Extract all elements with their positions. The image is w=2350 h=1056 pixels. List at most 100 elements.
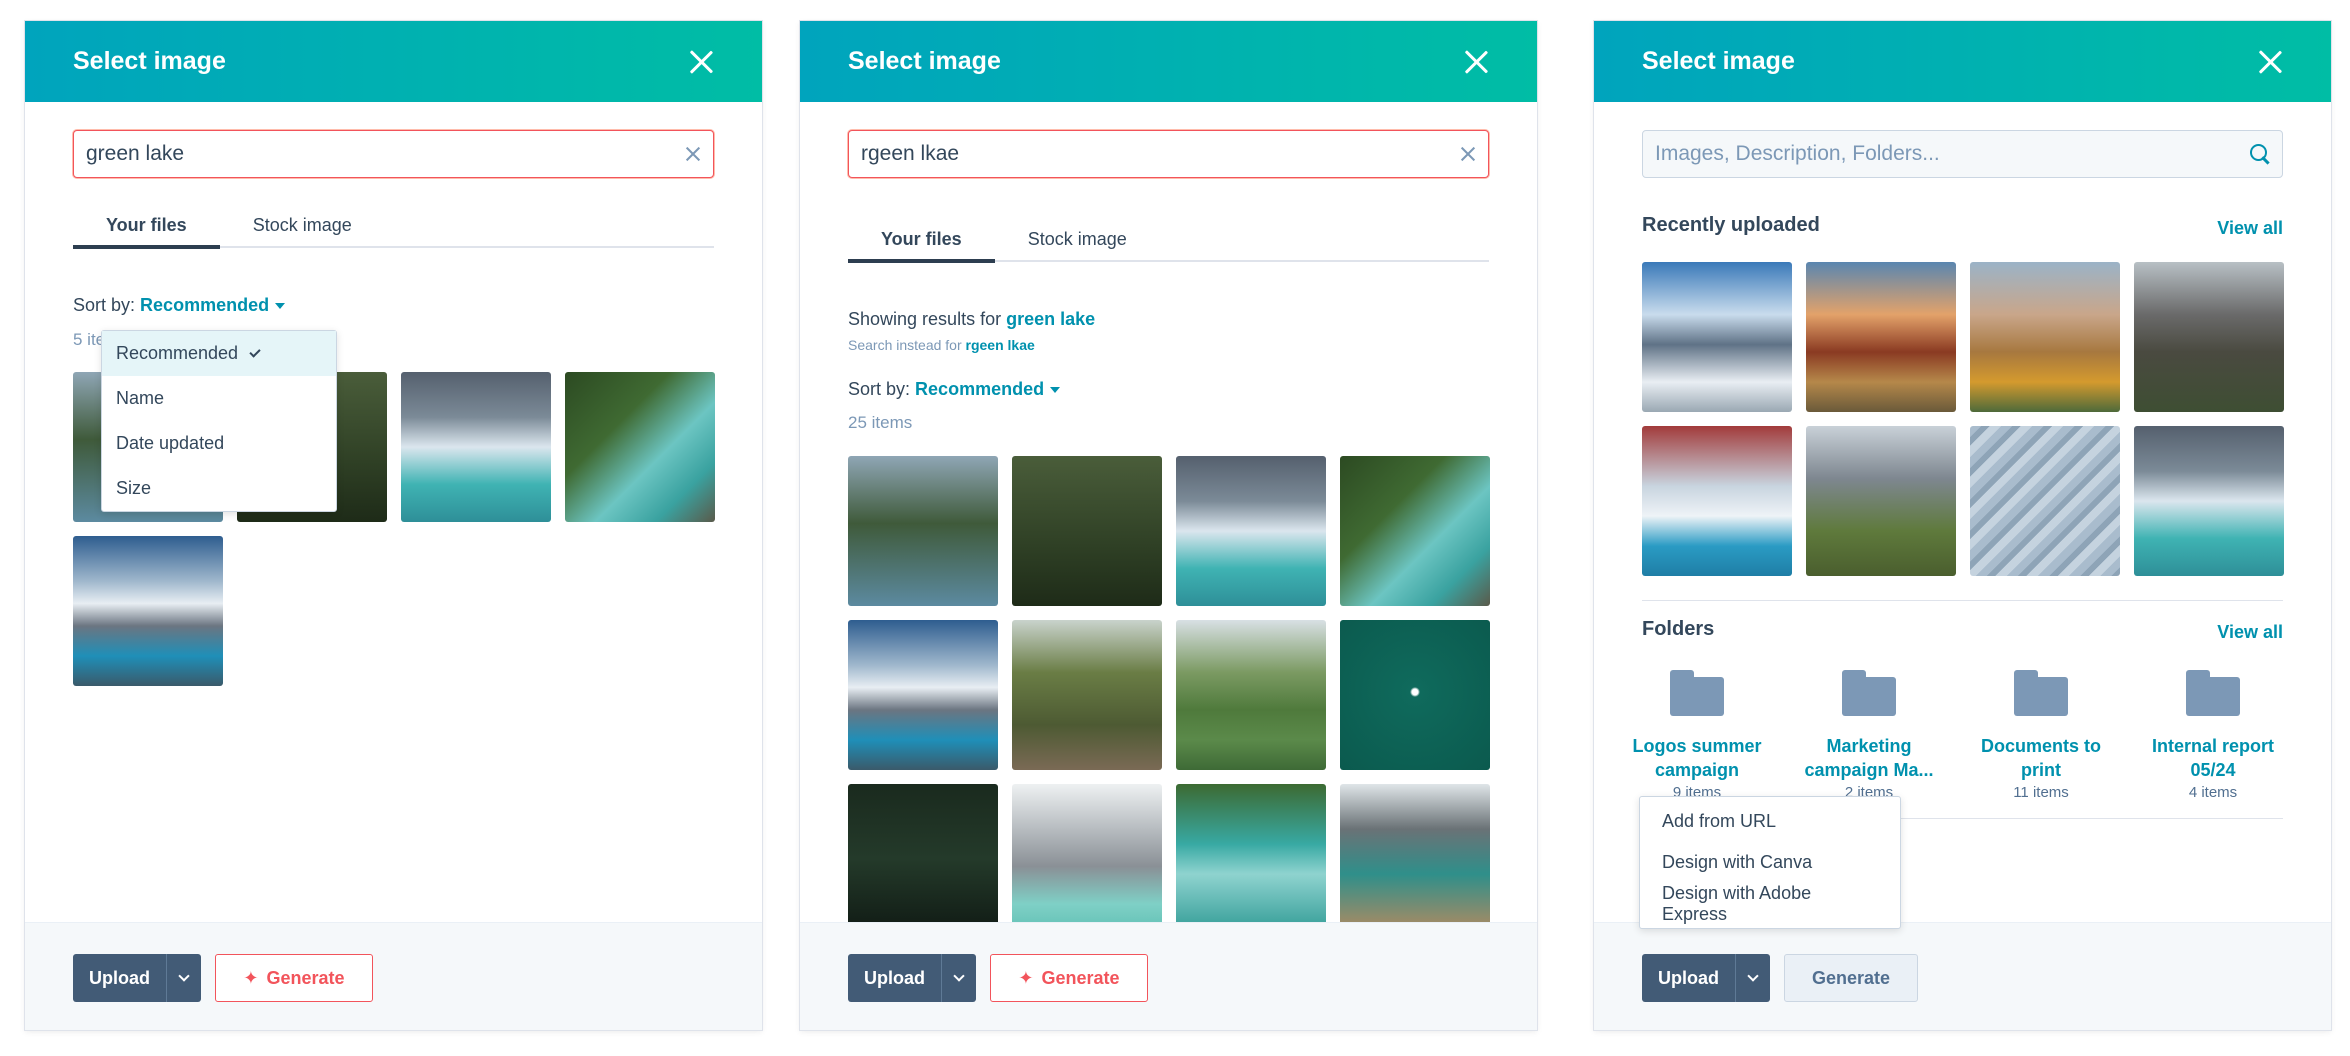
folder-name-line: 05/24 — [2190, 760, 2236, 780]
image-thumbnail[interactable] — [1806, 262, 1956, 412]
folder-name: Documents to print — [1956, 734, 2126, 782]
close-icon[interactable] — [1463, 49, 1489, 75]
menu-item-design-with-canva[interactable]: Design with Canva — [1640, 842, 1900, 883]
sort-value[interactable]: Recommended — [915, 379, 1044, 399]
image-thumbnail[interactable] — [1012, 456, 1162, 606]
image-thumbnail[interactable] — [848, 620, 998, 770]
sort-option-size[interactable]: Size — [102, 466, 336, 511]
folder-item[interactable]: Marketing campaign Ma... 2 items — [1784, 670, 1954, 801]
search-placeholder: Images, Description, Folders... — [1655, 142, 1940, 165]
dialog-header: Select image — [25, 21, 762, 102]
image-thumbnail[interactable] — [1340, 456, 1490, 606]
sparkle-icon: ✦ — [243, 967, 259, 988]
tab-your-files[interactable]: Your files — [848, 218, 995, 263]
image-thumbnail[interactable] — [1176, 620, 1326, 770]
image-thumbnail[interactable] — [1340, 784, 1490, 934]
image-thumbnail[interactable] — [1970, 262, 2120, 412]
folder-icon — [1670, 670, 1724, 716]
upload-menu-toggle[interactable] — [166, 954, 201, 1002]
clear-search-icon[interactable] — [685, 146, 701, 162]
image-thumbnail[interactable] — [1642, 262, 1792, 412]
generate-label: Generate — [266, 967, 345, 988]
image-thumbnail[interactable] — [401, 372, 551, 522]
dialog-footer: Upload ✦ Generate — [25, 922, 762, 1030]
menu-item-add-from-url[interactable]: Add from URL — [1640, 801, 1900, 842]
sort-control[interactable]: Sort by: Recommended — [848, 379, 1061, 400]
search-instead-prefix: Search instead for — [848, 337, 962, 353]
dialog-title: Select image — [73, 47, 226, 75]
upload-button[interactable]: Upload — [848, 954, 941, 1002]
results-prefix: Showing results for — [848, 309, 1002, 329]
upload-dropdown-menu: Add from URL Design with Canva Design wi… — [1639, 796, 1901, 929]
sort-control[interactable]: Sort by: Recommended — [73, 295, 286, 316]
image-thumbnail[interactable] — [2134, 262, 2284, 412]
tab-stock-image[interactable]: Stock image — [995, 218, 1160, 260]
sort-option-recommended[interactable]: Recommended — [102, 331, 336, 376]
search-icon[interactable] — [2250, 144, 2270, 164]
generate-button[interactable]: ✦ Generate — [215, 954, 373, 1002]
folder-name: Logos summer campaign — [1612, 734, 1782, 782]
image-thumbnail[interactable] — [73, 536, 223, 686]
folder-item[interactable]: Logos summer campaign 9 items — [1612, 670, 1782, 801]
close-icon[interactable] — [2257, 49, 2283, 75]
select-image-dialog: Select image green lake Your files Stock… — [25, 21, 762, 1030]
folder-name-line: campaign — [1654, 760, 1740, 780]
tab-stock-image[interactable]: Stock image — [220, 204, 385, 246]
tabs: Your files Stock image — [73, 204, 714, 249]
section-divider — [1642, 600, 2283, 601]
close-icon[interactable] — [688, 49, 714, 75]
image-thumbnail[interactable] — [1642, 426, 1792, 576]
search-instead-note: Search instead for rgeen lkae — [848, 337, 1035, 353]
sort-option-date-updated[interactable]: Date updated — [102, 421, 336, 466]
folder-item[interactable]: Internal report 05/24 4 items — [2128, 670, 2298, 801]
sort-label: Sort by: — [848, 379, 911, 399]
image-thumbnail[interactable] — [565, 372, 715, 522]
image-thumbnail[interactable] — [848, 784, 998, 934]
search-input[interactable]: rgeen lkae — [848, 130, 1489, 178]
sort-value[interactable]: Recommended — [140, 295, 269, 315]
image-thumbnail[interactable] — [1340, 620, 1490, 770]
caret-down-icon — [275, 303, 286, 310]
tabs: Your files Stock image — [848, 218, 1489, 263]
dialog-header: Select image — [800, 21, 1537, 102]
folder-count: 4 items — [2188, 784, 2238, 801]
image-thumbnail[interactable] — [1012, 620, 1162, 770]
image-thumbnail[interactable] — [1176, 456, 1326, 606]
folders-title: Folders — [1642, 618, 1715, 640]
upload-button[interactable]: Upload — [73, 954, 166, 1002]
search-input[interactable]: green lake — [73, 130, 714, 178]
clear-search-icon[interactable] — [1460, 146, 1476, 162]
generate-button[interactable]: Generate — [1784, 954, 1918, 1002]
folder-count: 11 items — [2013, 784, 2069, 801]
upload-menu-toggle[interactable] — [941, 954, 976, 1002]
image-thumbnail[interactable] — [1806, 426, 1956, 576]
corrected-term-link[interactable]: green lake — [1006, 309, 1095, 329]
search-input[interactable]: Images, Description, Folders... — [1642, 130, 2283, 178]
folder-name: Internal report 05/24 — [2128, 734, 2298, 782]
generate-label: Generate — [1811, 967, 1891, 988]
image-thumbnail[interactable] — [1012, 784, 1162, 934]
folder-name-line: Internal report — [2151, 736, 2275, 756]
menu-item-design-with-adobe-express[interactable]: Design with Adobe Express — [1640, 883, 1900, 924]
folder-item[interactable]: Documents to print 11 items — [1956, 670, 2126, 801]
view-all-recent-link[interactable]: View all — [2217, 218, 2283, 239]
original-term-link[interactable]: rgeen lkae — [966, 337, 1035, 353]
image-thumbnail[interactable] — [1970, 426, 2120, 576]
item-count: 25 items — [848, 413, 913, 432]
upload-split-button: Upload — [73, 954, 201, 1002]
upload-menu-toggle[interactable] — [1735, 954, 1770, 1002]
generate-button[interactable]: ✦ Generate — [990, 954, 1148, 1002]
sort-label: Sort by: — [73, 295, 136, 315]
sort-option-name[interactable]: Name — [102, 376, 336, 421]
dialog-header: Select image — [1594, 21, 2331, 102]
upload-button[interactable]: Upload — [1642, 954, 1735, 1002]
folder-name-line: print — [2021, 760, 2061, 780]
image-thumbnail[interactable] — [1176, 784, 1326, 934]
image-thumbnail[interactable] — [848, 456, 998, 606]
view-all-folders-link[interactable]: View all — [2217, 622, 2283, 643]
folder-icon — [1842, 670, 1896, 716]
tab-your-files[interactable]: Your files — [73, 204, 220, 249]
image-thumbnail[interactable] — [2134, 426, 2284, 576]
upload-split-button: Upload — [848, 954, 976, 1002]
folder-name-line: Marketing — [1826, 736, 1912, 756]
